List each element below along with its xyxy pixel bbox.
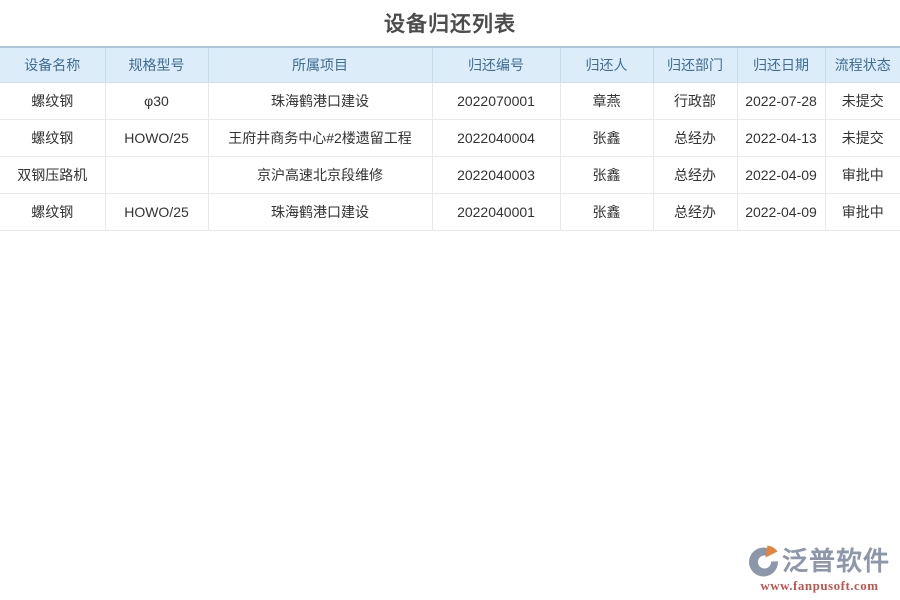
column-header-return-no: 归还编号	[432, 47, 560, 83]
page-title: 设备归还列表	[0, 0, 900, 46]
cell-spec-model: φ30	[105, 83, 208, 120]
cell-project: 珠海鹤港口建设	[208, 83, 432, 120]
cell-spec-model: HOWO/25	[105, 194, 208, 231]
cell-equipment-name: 螺纹钢	[0, 194, 105, 231]
cell-flow-status: 审批中	[825, 157, 900, 194]
cell-spec-model: HOWO/25	[105, 120, 208, 157]
cell-return-date: 2022-04-09	[737, 194, 825, 231]
table-header-row: 设备名称 规格型号 所属项目 归还编号 归还人 归还部门 归还日期 流程状态	[0, 47, 900, 83]
cell-return-date: 2022-04-13	[737, 120, 825, 157]
cell-project: 京沪高速北京段维修	[208, 157, 432, 194]
brand-name: 泛普软件	[782, 548, 890, 574]
column-header-return-date: 归还日期	[737, 47, 825, 83]
cell-returner: 张鑫	[560, 120, 653, 157]
cell-equipment-name: 螺纹钢	[0, 120, 105, 157]
table-row[interactable]: 螺纹钢 HOWO/25 王府井商务中心#2楼遗留工程 2022040004 张鑫…	[0, 120, 900, 157]
column-header-return-dept: 归还部门	[653, 47, 737, 83]
cell-project: 王府井商务中心#2楼遗留工程	[208, 120, 432, 157]
table-row[interactable]: 双钢压路机 京沪高速北京段维修 2022040003 张鑫 总经办 2022-0…	[0, 157, 900, 194]
cell-return-dept: 总经办	[653, 157, 737, 194]
cell-flow-status: 审批中	[825, 194, 900, 231]
cell-return-no: 2022070001	[432, 83, 560, 120]
cell-equipment-name: 螺纹钢	[0, 83, 105, 120]
brand-website-link[interactable]: www.fanpusoft.com	[749, 578, 890, 594]
cell-return-dept: 行政部	[653, 83, 737, 120]
fanpu-logo-icon	[749, 544, 780, 577]
vendor-branding: 泛普软件 www.fanpusoft.com	[749, 544, 890, 594]
column-header-equipment-name: 设备名称	[0, 47, 105, 83]
cell-return-date: 总经办	[653, 194, 737, 231]
cell-returner: 章燕	[560, 83, 653, 120]
cell-spec-model	[105, 157, 208, 194]
cell-flow-status: 未提交	[825, 83, 900, 120]
table-row[interactable]: 螺纹钢 HOWO/25 珠海鹤港口建设 2022040001 张鑫 总经办 20…	[0, 194, 900, 231]
cell-return-dept: 总经办	[653, 120, 737, 157]
column-header-returner: 归还人	[560, 47, 653, 83]
column-header-spec-model: 规格型号	[105, 47, 208, 83]
equipment-return-page: 设备归还列表 设备名称 规格型号 所属项目 归还编号 归还人 归还部门 归还日期…	[0, 0, 900, 600]
column-header-project: 所属项目	[208, 47, 432, 83]
cell-return-date: 2022-04-09	[737, 157, 825, 194]
equipment-return-table: 设备名称 规格型号 所属项目 归还编号 归还人 归还部门 归还日期 流程状态 螺…	[0, 46, 900, 231]
cell-return-no: 2022040004	[432, 120, 560, 157]
cell-project: 珠海鹤港口建设	[208, 194, 432, 231]
column-header-flow-status: 流程状态	[825, 47, 900, 83]
cell-equipment-name: 双钢压路机	[0, 157, 105, 194]
cell-return-no: 2022040003	[432, 157, 560, 194]
cell-returner: 张鑫	[560, 157, 653, 194]
table-row[interactable]: 螺纹钢 φ30 珠海鹤港口建设 2022070001 章燕 行政部 2022-0…	[0, 83, 900, 120]
brand-logo-row: 泛普软件	[749, 544, 890, 577]
cell-returner: 张鑫	[560, 194, 653, 231]
cell-return-date: 2022-07-28	[737, 83, 825, 120]
cell-return-no: 2022040001	[432, 194, 560, 231]
cell-flow-status: 未提交	[825, 120, 900, 157]
